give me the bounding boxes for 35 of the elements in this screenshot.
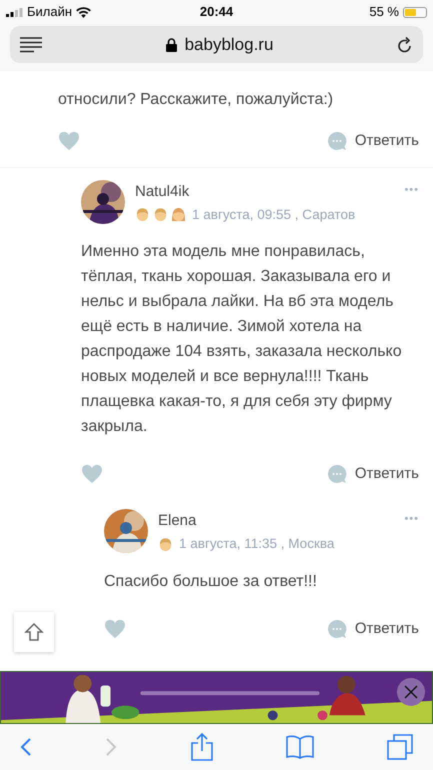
comment-icon	[326, 618, 347, 639]
comment-text: относили? Расскажите, пожалуйста:)	[58, 90, 334, 110]
author-name[interactable]: Natul4ik	[135, 182, 394, 202]
scroll-top-button[interactable]	[14, 612, 54, 652]
comment-text: Именно эта модель мне понравилась, тёплая, ткань хорошая. Заказывала его и нельс и выбрала лайки. На вб эта модель ещё есть в наличие. Зимой хотела на распродаже 104 взять, заказала несколько новых моделей и все вернула!!!! Ткань плащевка какая-то, я для себя эту фирму закрыла.	[81, 242, 403, 437]
boy-icon	[153, 207, 168, 222]
girl-icon	[171, 207, 186, 222]
reload-icon[interactable]	[397, 36, 413, 54]
reply-button[interactable]: Ответить	[326, 462, 419, 486]
comment-meta: 1 августа, 09:55 , Саратов	[192, 206, 356, 224]
reply-button[interactable]: Ответить	[326, 130, 419, 152]
comment-icon	[326, 464, 347, 484]
boy-icon	[135, 207, 150, 222]
comment-text: Спасибо большое за ответ!!!	[104, 572, 318, 592]
comment-icon	[326, 131, 347, 152]
reply-button[interactable]: Ответить	[326, 618, 419, 640]
boy-icon	[158, 536, 173, 552]
battery-icon	[403, 6, 427, 18]
wifi-icon	[76, 6, 92, 18]
signal-icon	[6, 8, 23, 16]
clock: 20:44	[200, 3, 234, 22]
close-icon	[404, 685, 418, 699]
menu-icon[interactable]	[20, 36, 42, 52]
author-name[interactable]: Elena	[158, 511, 394, 532]
tabs-icon[interactable]	[387, 734, 413, 760]
bookmarks-icon[interactable]	[286, 735, 314, 759]
comment-meta: 1 августа, 11:35 , Москва	[179, 535, 334, 554]
address-bar[interactable]: babyblog.ru	[10, 26, 423, 63]
arrow-up-icon	[24, 622, 44, 642]
url-text: babyblog.ru	[184, 34, 274, 56]
carrier-name: Билайн	[27, 3, 72, 22]
battery-percent: 55 %	[369, 3, 399, 22]
lock-icon	[166, 38, 177, 52]
share-icon[interactable]	[190, 733, 212, 761]
back-icon[interactable]	[20, 737, 32, 757]
